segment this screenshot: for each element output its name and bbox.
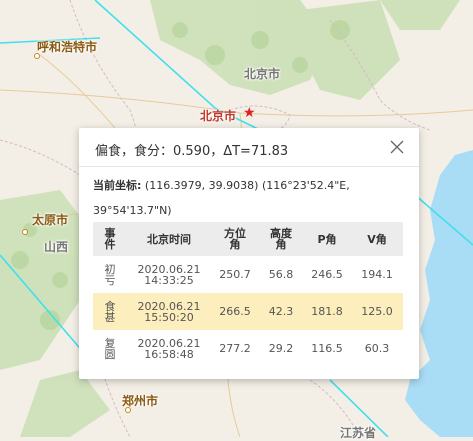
eclipse-info-popup: 偏食，食分：0.590，ΔT=71.83 当前坐标: (116.3979, 39… <box>79 128 419 379</box>
popup-divider <box>79 166 419 167</box>
event-name: 食甚 <box>104 299 116 324</box>
altitude-value: 42.3 <box>259 293 303 330</box>
city-label-taiyuan[interactable]: 太原市 <box>32 211 68 228</box>
event-time: 2020.06.21 14:33:25 <box>137 262 201 287</box>
table-row: 初亏 2020.06.21 14:33:25 250.7 56.8 246.5 … <box>93 256 403 293</box>
coord-label: 当前坐标: <box>93 179 142 192</box>
close-icon[interactable] <box>389 139 405 155</box>
v-angle-value: 60.3 <box>364 342 390 355</box>
column-header: V角 <box>351 222 403 256</box>
v-angle-value: 125.0 <box>351 293 403 330</box>
column-header: P角 <box>303 222 351 256</box>
eclipse-table: 事件 北京时间 方位角 高度角 P角 V角 初亏 2020.06.21 14:3… <box>93 222 403 367</box>
popup-title: 偏食，食分：0.590，ΔT=71.83 <box>95 144 289 159</box>
event-name: 复圆 <box>104 336 116 361</box>
azimuth-value: 277.2 <box>219 342 251 355</box>
location-star-icon[interactable]: ★ <box>243 106 256 120</box>
v-angle-value: 194.1 <box>361 268 393 281</box>
table-row: 复圆 2020.06.21 16:58:48 277.2 29.2 116.5 … <box>93 330 403 367</box>
p-angle-value: 181.8 <box>303 293 351 330</box>
table-header-row: 事件 北京时间 方位角 高度角 P角 V角 <box>93 222 403 256</box>
city-label-beijing-region[interactable]: 北京市 <box>244 65 280 82</box>
province-label-jiangsu: 江苏省 <box>340 426 377 440</box>
p-angle-value: 246.5 <box>311 268 343 281</box>
city-marker-zhengzhou[interactable] <box>125 407 131 413</box>
column-header: 北京时间 <box>127 222 211 256</box>
city-marker-hohhot[interactable] <box>34 53 40 59</box>
azimuth-value: 266.5 <box>211 293 259 330</box>
event-name: 初亏 <box>104 262 116 287</box>
column-header: 事件 <box>93 222 127 256</box>
province-label-shanxi: 山西 <box>44 240 69 254</box>
city-label-beijing[interactable]: 北京市 <box>200 107 236 124</box>
column-header: 高度角 <box>259 222 303 256</box>
p-angle-value: 116.5 <box>311 342 343 355</box>
event-time: 2020.06.21 15:50:20 <box>137 299 201 324</box>
city-marker-taiyuan[interactable] <box>22 229 28 235</box>
altitude-value: 29.2 <box>268 342 294 355</box>
column-header: 方位角 <box>211 222 259 256</box>
city-label-hohhot[interactable]: 呼和浩特市 <box>37 38 97 55</box>
event-time: 2020.06.21 16:58:48 <box>137 336 201 361</box>
azimuth-value: 250.7 <box>219 268 251 281</box>
altitude-value: 56.8 <box>268 268 294 281</box>
table-row-highlighted: 食甚 2020.06.21 15:50:20 266.5 42.3 181.8 … <box>93 293 403 330</box>
current-coordinates: 当前坐标: (116.3979, 39.9038) (116°23'52.4"E… <box>93 173 411 223</box>
